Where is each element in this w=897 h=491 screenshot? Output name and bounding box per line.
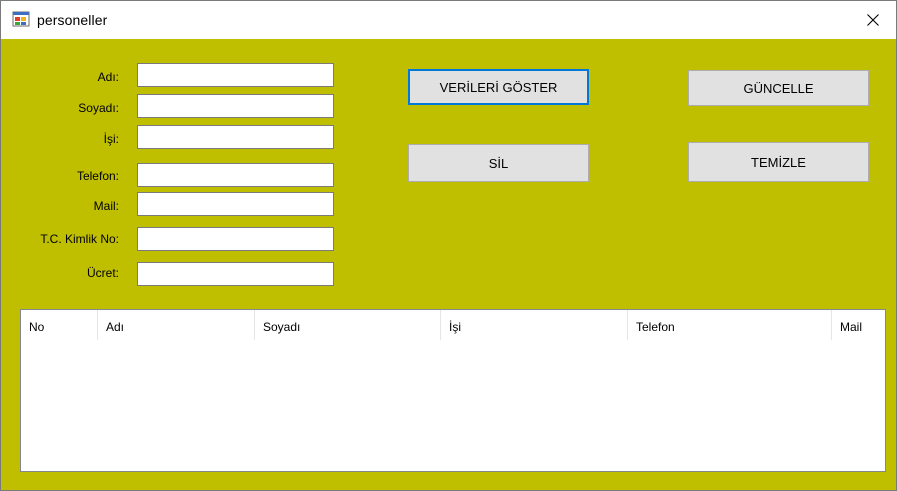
column-header-mail[interactable]: Mail xyxy=(832,310,885,340)
column-header-isi[interactable]: İşi xyxy=(441,310,628,340)
column-header-adi[interactable]: Adı xyxy=(98,310,255,340)
column-header-telefon[interactable]: Telefon xyxy=(628,310,832,340)
label-ucret: Ücret: xyxy=(86,266,119,280)
label-soyadi: Soyadı: xyxy=(78,101,119,115)
clear-button[interactable]: TEMİZLE xyxy=(688,142,869,182)
app-form-icon xyxy=(12,11,30,27)
app-window: personeller Adı: Soyadı: İşi: Telefon: M… xyxy=(0,0,897,491)
ucret-input[interactable] xyxy=(137,262,334,286)
close-icon xyxy=(867,14,879,26)
tc-kimlik-no-input[interactable] xyxy=(137,227,334,251)
column-header-soyadi[interactable]: Soyadı xyxy=(255,310,441,340)
label-tc-kimlik-no: T.C. Kimlik No: xyxy=(40,232,119,246)
show-data-button[interactable]: VERİLERİ GÖSTER xyxy=(408,69,589,105)
label-telefon: Telefon: xyxy=(76,169,119,183)
title-bar: personeller xyxy=(1,1,896,39)
isi-input[interactable] xyxy=(137,125,334,149)
list-header: No Adı Soyadı İşi Telefon Mail xyxy=(21,310,885,340)
delete-button[interactable]: SİL xyxy=(408,144,589,182)
label-mail: Mail: xyxy=(93,199,119,213)
mail-input[interactable] xyxy=(137,192,334,216)
label-isi: İşi: xyxy=(103,132,119,146)
telefon-input[interactable] xyxy=(137,163,334,187)
column-header-no[interactable]: No xyxy=(21,310,98,340)
label-adi: Adı: xyxy=(97,70,119,84)
form-client-area: Adı: Soyadı: İşi: Telefon: Mail: T.C. Ki… xyxy=(1,39,896,490)
adi-input[interactable] xyxy=(137,63,334,87)
close-button[interactable] xyxy=(850,1,896,39)
soyadi-input[interactable] xyxy=(137,94,334,118)
personnel-list-view[interactable]: No Adı Soyadı İşi Telefon Mail xyxy=(20,309,886,472)
window-title: personeller xyxy=(37,12,108,28)
update-button[interactable]: GÜNCELLE xyxy=(688,70,869,106)
